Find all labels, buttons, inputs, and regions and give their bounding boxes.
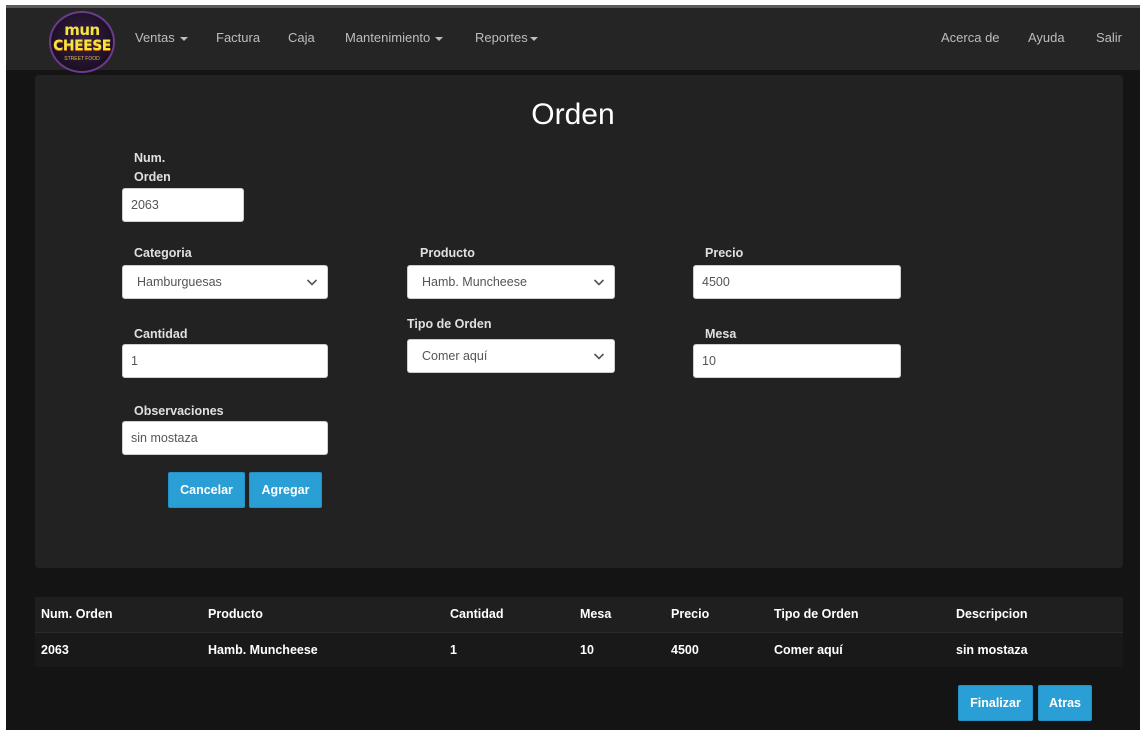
logo-text-top: mun	[64, 21, 100, 39]
mesa-field[interactable]: 10	[693, 344, 901, 378]
column-header: Precio	[671, 607, 710, 621]
nav-item-label: Ventas	[135, 30, 175, 45]
nav-item-mantenimiento[interactable]: Mantenimiento	[345, 30, 444, 45]
table-header-row: Num. Orden Producto Cantidad Mesa Precio…	[35, 597, 1123, 632]
nav-item-label: Acerca de	[941, 30, 1000, 45]
column-header: Mesa	[580, 607, 612, 621]
precio-label: Precio	[705, 246, 744, 260]
num-orden-field[interactable]: 2063	[122, 188, 244, 222]
table-cell: Comer aquí	[774, 643, 843, 657]
nav-item-ayuda[interactable]: Ayuda	[1028, 30, 1065, 45]
column-header: Tipo de Orden	[774, 607, 859, 621]
observaciones-label: Observaciones	[134, 404, 224, 418]
table-cell: Hamb. Muncheese	[208, 643, 318, 657]
chevron-down-icon	[593, 279, 605, 286]
nav-item-label: Reportes	[475, 30, 528, 45]
nav-item-salir[interactable]: Salir	[1096, 30, 1122, 45]
caret-down-icon	[435, 36, 444, 41]
caret-down-icon	[179, 36, 188, 41]
column-header: Num. Orden	[41, 607, 113, 621]
observaciones-field[interactable]: sin mostaza	[122, 421, 328, 455]
table-cell: 1	[450, 643, 457, 657]
column-header: Producto	[208, 607, 263, 621]
chevron-down-icon	[306, 279, 318, 286]
finish-button[interactable]: Finalizar	[958, 685, 1033, 721]
cancel-button[interactable]: Cancelar	[168, 472, 245, 508]
nav-item-caja[interactable]: Caja	[288, 30, 315, 45]
navbar: mun CHEESE STREET FOOD Ventas Factura Ca…	[6, 8, 1140, 73]
column-header: Cantidad	[450, 607, 504, 621]
tipo-orden-label: Tipo de Orden	[407, 317, 492, 331]
producto-selected-value: Hamb. Muncheese	[422, 275, 527, 289]
nav-item-ventas[interactable]: Ventas	[135, 30, 188, 45]
muncheese-logo[interactable]: mun CHEESE STREET FOOD	[49, 11, 115, 73]
nav-item-label: Factura	[216, 30, 261, 45]
categoria-label: Categoria	[134, 246, 192, 260]
table-cell: 2063	[41, 643, 69, 657]
nav-item-label: Mantenimiento	[345, 30, 431, 45]
cantidad-label: Cantidad	[134, 327, 188, 341]
precio-field[interactable]: 4500	[693, 265, 901, 299]
table-row[interactable]: 2063 Hamb. Muncheese 1 10 4500 Comer aqu…	[35, 632, 1123, 667]
categoria-selected-value: Hamburguesas	[137, 275, 222, 289]
table-cell: 4500	[671, 643, 699, 657]
num-orden-label-line1: Num.	[134, 151, 166, 165]
table-cell: 10	[580, 643, 594, 657]
page-title: Orden	[531, 98, 615, 131]
nav-item-factura[interactable]: Factura	[216, 30, 260, 45]
mesa-label: Mesa	[705, 327, 737, 341]
caret-down-icon	[529, 36, 538, 41]
nav-item-acerca-de[interactable]: Acerca de	[941, 30, 1000, 45]
producto-label: Producto	[420, 246, 475, 260]
logo-text-bottom: CHEESE	[53, 38, 111, 54]
back-button[interactable]: Atras	[1038, 685, 1092, 721]
nav-item-label: Caja	[288, 30, 315, 45]
add-button[interactable]: Agregar	[249, 472, 322, 508]
table-cell: sin mostaza	[956, 643, 1028, 657]
chevron-down-icon	[593, 353, 605, 360]
nav-item-label: Salir	[1096, 30, 1123, 45]
app-window: mun CHEESE STREET FOOD Ventas Factura Ca…	[6, 5, 1140, 730]
tipo-orden-selected-value: Comer aquí	[422, 349, 488, 363]
producto-select[interactable]: Hamb. Muncheese	[407, 265, 615, 299]
cantidad-field[interactable]: 1	[122, 344, 328, 378]
tipo-orden-select[interactable]: Comer aquí	[407, 339, 615, 373]
num-orden-label-line2: Orden	[134, 170, 171, 184]
nav-item-label: Ayuda	[1028, 30, 1065, 45]
nav-item-reportes[interactable]: Reportes	[475, 30, 538, 45]
column-header: Descripcion	[956, 607, 1028, 621]
categoria-select[interactable]: Hamburguesas	[122, 265, 328, 299]
logo-text-small: STREET FOOD	[64, 56, 100, 62]
order-table: Num. Orden Producto Cantidad Mesa Precio…	[35, 597, 1123, 667]
